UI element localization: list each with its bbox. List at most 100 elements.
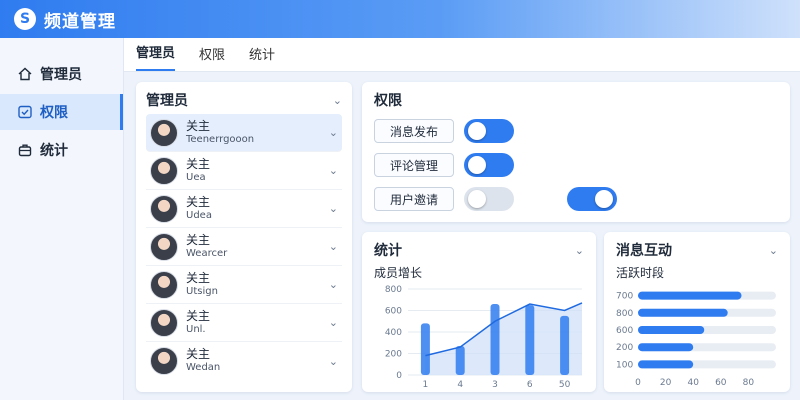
chevron-down-icon[interactable]: ⌄ — [329, 240, 338, 253]
list-item[interactable]: 关主 Teenerrgooon ⌄ — [146, 114, 342, 152]
sidebar: 管理员 权限 统计 — [0, 38, 124, 400]
avatar — [150, 308, 178, 337]
x-tick-label: 20 — [660, 378, 672, 388]
member-name: Wearcer — [186, 247, 228, 259]
invite-toggle[interactable] — [464, 187, 514, 211]
active-hours-chart: 700 800 600 200 1000 20 40 60 80 — [616, 291, 776, 388]
x-tick-label: 0 — [635, 378, 641, 388]
bar — [638, 308, 728, 317]
area-fill — [425, 302, 582, 375]
y-tick-label: 100 — [616, 360, 633, 370]
bar — [455, 345, 465, 375]
bar — [638, 291, 742, 300]
x-tick-label: 4 — [457, 380, 463, 390]
member-name: Uea — [186, 171, 206, 183]
list-item[interactable]: 关主 Unl. ⌄ — [146, 304, 342, 342]
check-box-icon — [18, 105, 32, 119]
permission-label-publish[interactable]: 消息发布 — [374, 119, 454, 143]
interaction-card-title: 消息互动 — [616, 243, 672, 259]
list-item[interactable]: 关主 Wedan ⌄ — [146, 342, 342, 380]
avatar — [150, 347, 178, 375]
home-icon — [18, 67, 32, 81]
chevron-down-icon[interactable]: ⌄ — [329, 202, 338, 215]
member-role: 关主 — [186, 194, 211, 209]
y-tick-label: 700 — [616, 292, 633, 302]
sidebar-item-admins[interactable]: 管理员 — [0, 56, 123, 92]
chevron-down-icon[interactable]: ⌄ — [329, 355, 338, 368]
tab-stats[interactable]: 统计 — [249, 44, 275, 71]
toggle-knob — [595, 190, 613, 208]
admin-card: 管理员 ⌄ 关主 Teenerrgooon ⌄ 关主 Uea ⌄ 关主 Udea ⌄ … — [136, 82, 352, 392]
list-item[interactable]: 关主 Udea ⌄ — [146, 190, 342, 228]
member-name: Unl. — [186, 323, 206, 335]
member-name: Udea — [186, 209, 212, 221]
tab-permissions[interactable]: 权限 — [199, 44, 225, 71]
permissions-card: 权限 消息发布 评论管理 用户邀请 — [362, 82, 790, 222]
x-tick-label: 3 — [492, 380, 498, 390]
comments-toggle[interactable] — [464, 153, 514, 177]
chevron-down-icon[interactable]: ⌄ — [575, 244, 584, 257]
chevron-down-icon[interactable]: ⌄ — [333, 94, 342, 107]
sidebar-item-label: 统计 — [40, 143, 68, 159]
avatar — [150, 156, 178, 185]
bar — [638, 326, 705, 334]
member-name: Utsign — [186, 285, 218, 297]
permission-label-comments[interactable]: 评论管理 — [374, 153, 454, 177]
x-tick-label: 50 — [559, 380, 571, 390]
interaction-card: 消息互动 ⌄ 活跃时段 700 800 600 200 100 0 20 40 60 80 — [604, 232, 790, 392]
permissions-card-title: 权限 — [374, 93, 402, 109]
x-tick-label: 1 — [423, 380, 429, 390]
y-tick-label: 200 — [616, 343, 633, 353]
y-tick-label: 200 — [385, 350, 402, 360]
member-role: 关主 — [186, 232, 211, 247]
avatar — [150, 232, 178, 261]
x-tick-label: 6 — [527, 380, 533, 390]
bar — [638, 343, 694, 352]
tab-bar: 管理员 权限 统计 — [124, 38, 800, 72]
chevron-down-icon[interactable]: ⌄ — [329, 278, 338, 291]
sidebar-item-stats[interactable]: 统计 — [0, 132, 123, 168]
publish-toggle[interactable] — [464, 119, 514, 143]
app-title: 频道管理 — [44, 11, 116, 32]
briefcase-icon — [18, 144, 32, 157]
admin-card-title: 管理员 — [146, 93, 188, 109]
chevron-down-icon[interactable]: ⌄ — [329, 126, 338, 139]
sidebar-item-label: 管理员 — [40, 67, 82, 83]
chevron-down-icon[interactable]: ⌄ — [329, 164, 338, 177]
interaction-subtitle: 活跃时段 — [616, 266, 665, 280]
y-tick-label: 0 — [396, 371, 402, 381]
bar — [420, 323, 430, 375]
toggle-knob — [468, 156, 486, 174]
member-role: 关主 — [186, 347, 211, 361]
permission-label-invite[interactable]: 用户邀请 — [374, 187, 454, 211]
member-role: 关主 — [186, 156, 211, 171]
member-name: Wedan — [186, 362, 221, 373]
member-name: Teenerrgooon — [186, 133, 255, 145]
x-tick-label: 80 — [743, 378, 755, 388]
list-item[interactable]: 关主 Uea ⌄ — [146, 152, 342, 190]
chevron-down-icon[interactable]: ⌄ — [329, 316, 338, 329]
stats-card: 统计 ⌄ 成员增长 800 600 400 200 0 1 4 3 6 50 — [362, 232, 596, 392]
top-bar: S 频道管理 — [0, 0, 800, 38]
y-tick-label: 400 — [385, 328, 402, 338]
permission-row: 消息发布 — [374, 118, 778, 144]
y-tick-label: 800 — [385, 285, 402, 295]
toggle-knob — [468, 190, 486, 208]
y-tick-label: 600 — [385, 307, 402, 317]
sidebar-item-label: 权限 — [40, 105, 68, 121]
tab-admins[interactable]: 管理员 — [136, 42, 176, 71]
y-tick-label: 800 — [616, 309, 633, 319]
bar — [490, 304, 500, 375]
sidebar-item-permissions[interactable]: 权限 — [0, 94, 123, 130]
x-tick-label: 40 — [687, 378, 699, 388]
stats-subtitle: 成员增长 — [374, 266, 423, 280]
avatar — [150, 270, 178, 299]
x-tick-label: 60 — [715, 378, 727, 388]
list-item[interactable]: 关主 Utsign ⌄ — [146, 266, 342, 304]
member-growth-chart: 800 600 400 200 0 1 4 3 6 50 — [385, 285, 583, 390]
swirl-logo-icon: S — [14, 8, 36, 30]
extra-toggle[interactable] — [567, 187, 617, 211]
y-tick-label: 600 — [616, 326, 633, 336]
chevron-down-icon[interactable]: ⌄ — [769, 244, 778, 257]
list-item[interactable]: 关主 Wearcer ⌄ — [146, 228, 342, 266]
